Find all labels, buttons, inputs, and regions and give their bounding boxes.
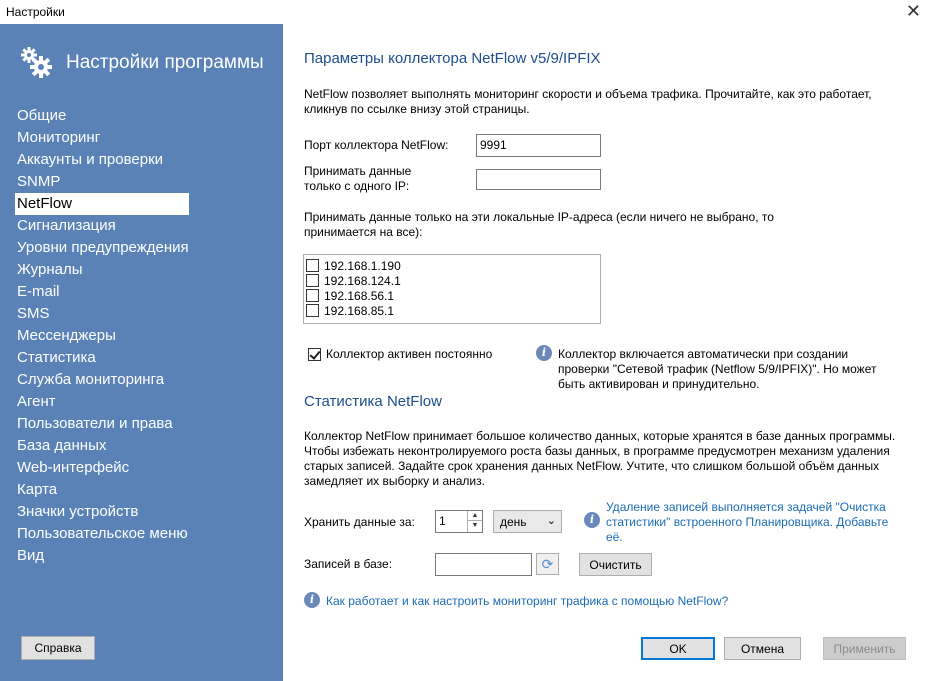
apply-button[interactable]: Применить — [823, 637, 906, 660]
ip-checkbox[interactable] — [306, 289, 319, 302]
ip-label: 192.168.124.1 — [324, 273, 401, 288]
sidebar-item-sms[interactable]: SMS — [17, 303, 189, 325]
always-active-label: Коллектор активен постоянно — [326, 347, 493, 361]
list-item[interactable]: 192.168.85.1 — [306, 303, 600, 318]
sidebar-item-general[interactable]: Общие — [17, 105, 189, 127]
sidebar-item-email[interactable]: E-mail — [17, 281, 189, 303]
ip-label: 192.168.56.1 — [324, 288, 395, 303]
cleanup-info-line1[interactable]: Удаление записей выполняется задачей "Оч… — [606, 500, 886, 515]
ok-button[interactable]: OK — [641, 637, 715, 660]
main-content: Параметры коллектора NetFlow v5/9/IPFIX … — [283, 24, 929, 681]
clear-button[interactable]: Очистить — [579, 553, 652, 576]
gears-icon — [21, 47, 52, 78]
stepper-down-icon[interactable]: ▼ — [468, 521, 482, 531]
help-button[interactable]: Справка — [21, 636, 95, 660]
single-ip-label-line2: только с одного IP: — [304, 179, 410, 193]
keep-unit-select[interactable]: день ⌄ — [493, 510, 562, 533]
stats-desc-line2: Чтобы избежать неконтролируемого роста б… — [304, 444, 890, 458]
sidebar-item-netflow[interactable]: NetFlow — [15, 193, 189, 215]
ip-label: 192.168.1.190 — [324, 258, 401, 273]
list-item[interactable]: 192.168.124.1 — [306, 273, 600, 288]
sidebar: Настройки программы Общие Мониторинг Акк… — [0, 24, 283, 681]
sidebar-item-warning-levels[interactable]: Уровни предупреждения — [17, 237, 189, 259]
refresh-icon[interactable]: ⟳ — [536, 553, 559, 575]
single-ip-label-line1: Принимать данные — [304, 164, 412, 178]
sidebar-header: Настройки программы — [20, 46, 264, 80]
sidebar-item-user-menu[interactable]: Пользовательское меню — [17, 523, 189, 545]
sidebar-item-device-icons[interactable]: Значки устройств — [17, 501, 189, 523]
sidebar-item-web-interface[interactable]: Web-интерфейс — [17, 457, 189, 479]
ip-checkbox[interactable] — [306, 274, 319, 287]
local-ips-label-line2: принимается на все): — [304, 225, 423, 239]
sidebar-item-snmp[interactable]: SNMP — [17, 171, 189, 193]
list-item[interactable]: 192.168.1.190 — [306, 258, 600, 273]
chevron-down-icon: ⌄ — [546, 515, 556, 527]
records-count-field — [435, 553, 532, 576]
ip-checkbox[interactable] — [306, 259, 319, 272]
collector-intro-line2: кликнув по ссылке внизу этой страницы. — [304, 102, 530, 116]
info-icon: i — [304, 592, 320, 608]
sidebar-title: Настройки программы — [66, 52, 264, 73]
collector-info-line3: быть активирован и принудительно. — [558, 377, 760, 391]
keep-unit-value: день — [500, 515, 527, 529]
port-input[interactable]: 9991 — [476, 134, 601, 157]
keep-label: Хранить данные за: — [304, 515, 415, 529]
sidebar-item-alerts[interactable]: Сигнализация — [17, 215, 189, 237]
collector-intro-line1: NetFlow позволяет выполнять мониторинг с… — [304, 87, 872, 101]
sidebar-item-agent[interactable]: Агент — [17, 391, 189, 413]
cancel-button[interactable]: Отмена — [724, 637, 801, 660]
sidebar-item-accounts[interactable]: Аккаунты и проверки — [17, 149, 189, 171]
collector-heading: Параметры коллектора NetFlow v5/9/IPFIX — [304, 50, 601, 67]
local-ips-list[interactable]: 192.168.1.190 192.168.124.1 192.168.56.1… — [303, 254, 601, 324]
stats-desc-line1: Коллектор NetFlow принимает большое коли… — [304, 429, 896, 443]
single-ip-input[interactable] — [476, 169, 601, 190]
sidebar-item-database[interactable]: База данных — [17, 435, 189, 457]
collector-info-line1: Коллектор включается автоматически при с… — [558, 347, 849, 361]
sidebar-item-map[interactable]: Карта — [17, 479, 189, 501]
netflow-help-link[interactable]: Как работает и как настроить мониторинг … — [326, 594, 728, 609]
stepper-arrows[interactable]: ▲ ▼ — [467, 511, 482, 532]
stats-heading: Статистика NetFlow — [304, 393, 442, 410]
window-title: Настройки — [6, 5, 65, 19]
title-bar: Настройки ✕ — [0, 0, 929, 24]
records-label: Записей в базе: — [304, 557, 393, 571]
cleanup-info-line2[interactable]: статистики" встроенного Планировщика. До… — [606, 515, 888, 530]
ip-checkbox[interactable] — [306, 304, 319, 317]
keep-days-stepper[interactable]: 1 ▲ ▼ — [435, 510, 483, 533]
stepper-up-icon[interactable]: ▲ — [468, 511, 482, 521]
info-icon: i — [536, 345, 552, 361]
always-active-row[interactable]: Коллектор активен постоянно — [308, 347, 492, 361]
sidebar-item-users[interactable]: Пользователи и права — [17, 413, 189, 435]
sidebar-item-logs[interactable]: Журналы — [17, 259, 189, 281]
always-active-checkbox[interactable] — [308, 347, 321, 361]
settings-nav: Общие Мониторинг Аккаунты и проверки SNM… — [15, 105, 189, 567]
sidebar-item-monitoring-service[interactable]: Служба мониторинга — [17, 369, 189, 391]
sidebar-item-messengers[interactable]: Мессенджеры — [17, 325, 189, 347]
list-item[interactable]: 192.168.56.1 — [306, 288, 600, 303]
local-ips-label-line1: Принимать данные только на эти локальные… — [304, 210, 774, 224]
sidebar-item-statistics[interactable]: Статистика — [17, 347, 189, 369]
port-label: Порт коллектора NetFlow: — [304, 138, 449, 152]
collector-info-line2: проверки "Сетевой трафик (Netflow 5/9/IP… — [558, 362, 877, 376]
close-icon[interactable]: ✕ — [906, 0, 921, 22]
ip-label: 192.168.85.1 — [324, 303, 395, 318]
stats-desc-line4: замедляет их выборку и анализ. — [304, 474, 485, 488]
keep-days-value: 1 — [439, 514, 446, 528]
sidebar-item-monitoring[interactable]: Мониторинг — [17, 127, 189, 149]
stats-desc-line3: старых записей. Задайте срок хранения да… — [304, 459, 880, 473]
cleanup-info-line3[interactable]: её. — [606, 530, 623, 545]
sidebar-item-view[interactable]: Вид — [17, 545, 189, 567]
info-icon: i — [584, 512, 600, 528]
